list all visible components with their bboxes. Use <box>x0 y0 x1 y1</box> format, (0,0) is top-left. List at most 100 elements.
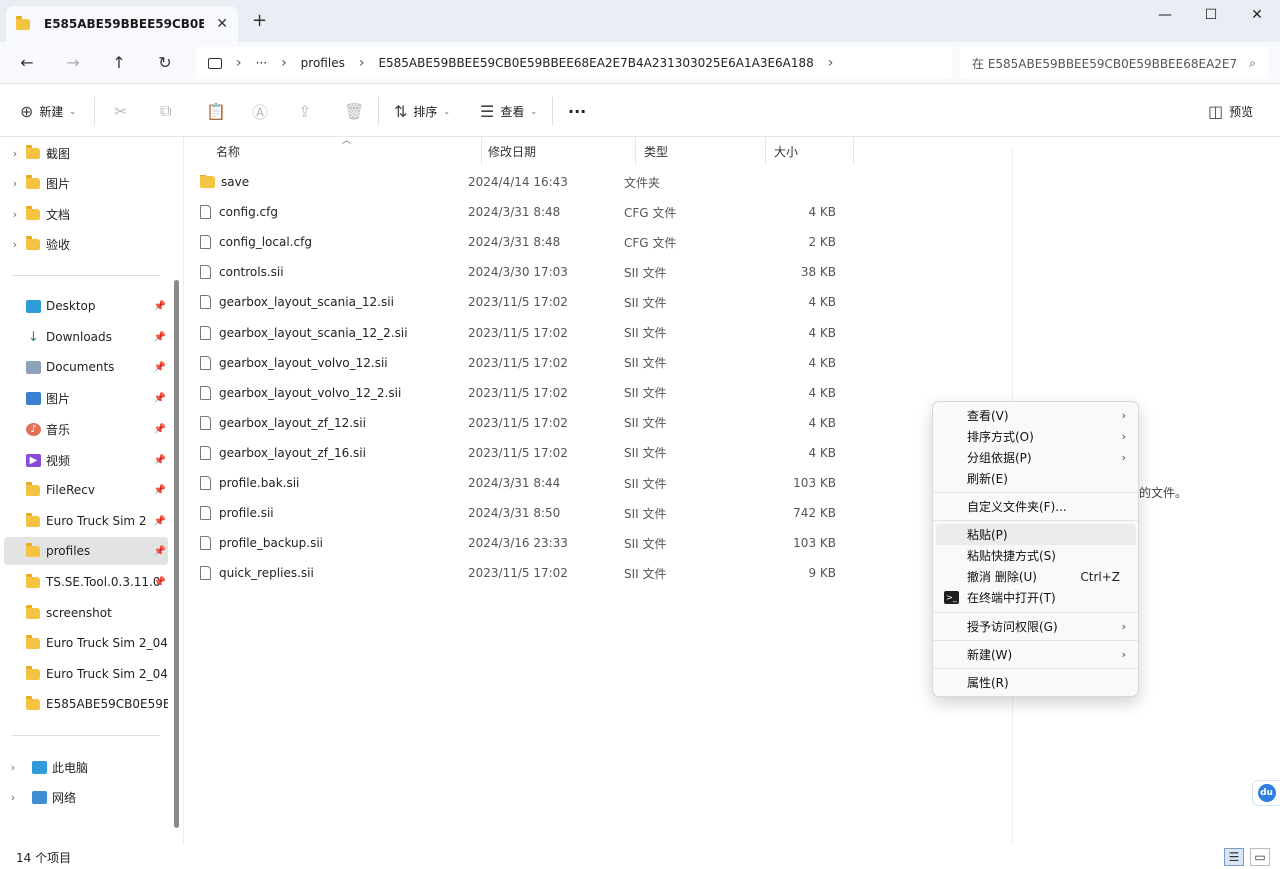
sidebar-item-ts-se-tool[interactable]: TS.SE.Tool.0.3.11.0 📌 <box>4 568 168 596</box>
sidebar-item-documents-folder[interactable]: › 文档 <box>4 200 168 228</box>
chevron-right-icon[interactable]: › <box>4 238 26 251</box>
breadcrumb-profiles[interactable]: profiles <box>301 56 345 70</box>
minimize-button[interactable]: — <box>1142 0 1188 30</box>
menu-item-sort-by[interactable]: 排序方式(O) › <box>936 426 1136 447</box>
refresh-button[interactable]: ↻ <box>150 50 180 76</box>
table-row[interactable]: profile.sii 2024/3/31 8:50 SII 文件 742 KB <box>200 498 860 528</box>
pin-icon[interactable]: 📌 <box>154 546 166 557</box>
table-row[interactable]: gearbox_layout_zf_12.sii 2023/11/5 17:02 S… <box>200 408 860 438</box>
new-button[interactable]: ⊕ 新建 ⌄ <box>20 99 76 123</box>
sidebar-item-profiles[interactable]: profiles 📌 <box>4 537 168 565</box>
menu-item-new[interactable]: 新建(W) › <box>936 644 1136 665</box>
breadcrumb-more[interactable]: ··· <box>256 56 267 70</box>
column-header-type[interactable]: 类型 <box>636 137 766 165</box>
file-icon <box>200 385 211 400</box>
maximize-button[interactable]: ☐ <box>1188 0 1234 30</box>
rename-icon[interactable]: Ⓐ <box>252 99 268 123</box>
cut-icon[interactable]: ✂ <box>114 99 127 123</box>
pin-icon[interactable]: 📌 <box>154 301 166 312</box>
view-button[interactable]: ☰ 查看 ⌄ <box>480 99 537 123</box>
back-button[interactable]: ← <box>12 50 42 76</box>
menu-item-customize-folder[interactable]: 自定义文件夹(F)... <box>936 496 1136 517</box>
chevron-right-icon[interactable]: › <box>4 208 26 221</box>
table-row[interactable]: gearbox_layout_zf_16.sii 2023/11/5 17:02 S… <box>200 438 860 468</box>
pin-icon[interactable]: 📌 <box>154 424 166 435</box>
pin-icon[interactable]: 📌 <box>154 485 166 496</box>
pin-icon[interactable]: 📌 <box>154 577 166 588</box>
tab-close-icon[interactable]: ✕ <box>216 16 228 32</box>
table-row[interactable]: profile_backup.sii 2024/3/16 23:33 SII 文件 1… <box>200 528 860 558</box>
table-row[interactable]: save 2024/4/14 16:43 文件夹 <box>200 167 860 197</box>
sidebar-item-network[interactable]: › 网络 <box>4 783 168 811</box>
chevron-right-icon[interactable]: › <box>4 761 22 774</box>
more-options-button[interactable]: ··· <box>568 99 586 123</box>
sidebar-item-ets2-backup-1[interactable]: Euro Truck Sim 2_04- <box>4 629 168 657</box>
delete-icon[interactable]: 🗑 <box>344 99 364 123</box>
menu-item-properties[interactable]: 属性(R) <box>936 672 1136 693</box>
sidebar-item-documents[interactable]: Documents 📌 <box>4 353 168 381</box>
menu-item-open-in-terminal[interactable]: >_ 在终端中打开(T) <box>936 587 1136 608</box>
sidebar-item-screenshots[interactable]: › 截图 <box>4 139 168 167</box>
sidebar-item-videos[interactable]: ▶ 视频 📌 <box>4 446 168 474</box>
pin-icon[interactable]: 📌 <box>154 455 166 466</box>
pin-icon[interactable]: 📌 <box>154 516 166 527</box>
sidebar-item-this-pc[interactable]: › 此电脑 <box>4 753 168 781</box>
preview-button[interactable]: ◫ 预览 <box>1208 99 1253 123</box>
share-icon[interactable]: ⇪ <box>298 99 311 123</box>
menu-item-group-by[interactable]: 分组依据(P) › <box>936 447 1136 468</box>
menu-item-undo-delete[interactable]: 撤消 删除(U) Ctrl+Z <box>936 566 1136 587</box>
sidebar-item-screenshot[interactable]: screenshot <box>4 599 168 627</box>
tiles-view-icon[interactable]: ▭ <box>1250 848 1270 866</box>
close-button[interactable]: ✕ <box>1234 0 1280 30</box>
pin-icon[interactable]: 📌 <box>154 332 166 343</box>
sidebar-scrollbar[interactable] <box>174 280 179 828</box>
up-button[interactable]: ↑ <box>104 50 134 76</box>
details-view-icon[interactable]: ☰ <box>1224 848 1244 866</box>
sidebar-item-pictures-pinned[interactable]: 图片 📌 <box>4 384 168 412</box>
search-input[interactable]: 在 E585ABE59BBEE59CB0E59BBEE68EA2E7 ⌕ <box>960 47 1268 79</box>
column-header-size[interactable]: 大小 <box>766 137 854 165</box>
forward-button[interactable]: → <box>58 50 88 76</box>
tab-title: E585ABE59BBEE59CB0E59BBE <box>44 17 204 31</box>
file-icon <box>200 295 211 310</box>
table-row[interactable]: gearbox_layout_volvo_12_2.sii 2023/11/5 1… <box>200 378 860 408</box>
menu-item-give-access[interactable]: 授予访问权限(G) › <box>936 616 1136 637</box>
table-row[interactable]: config.cfg 2024/3/31 8:48 CFG 文件 4 KB <box>200 197 860 227</box>
table-row[interactable]: quick_replies.sii 2023/11/5 17:02 SII 文件 9 … <box>200 558 860 588</box>
menu-item-refresh[interactable]: 刷新(E) <box>936 468 1136 489</box>
chevron-right-icon[interactable]: › <box>4 147 26 160</box>
floating-assistant-badge[interactable]: du <box>1252 780 1280 806</box>
tab-current[interactable]: E585ABE59BBEE59CB0E59BBE ✕ <box>6 6 238 42</box>
breadcrumb-current[interactable]: E585ABE59BBEE59CB0E59BBEE68EA2E7B4A23130… <box>378 56 813 70</box>
chevron-right-icon[interactable]: › <box>4 791 22 804</box>
pin-icon[interactable]: 📌 <box>154 393 166 404</box>
address-bar[interactable]: › ··· › profiles › E585ABE59BBEE59CB0E59… <box>196 47 952 79</box>
sidebar-item-filerecv[interactable]: FileRecv 📌 <box>4 476 168 504</box>
sidebar-item-acceptance[interactable]: › 验收 <box>4 230 168 258</box>
table-row[interactable]: controls.sii 2024/3/30 17:03 SII 文件 38 KB <box>200 257 860 287</box>
table-row[interactable]: gearbox_layout_volvo_12.sii 2023/11/5 17:… <box>200 348 860 378</box>
pin-icon[interactable]: 📌 <box>154 362 166 373</box>
table-row[interactable]: config_local.cfg 2024/3/31 8:48 CFG 文件 2 KB <box>200 227 860 257</box>
menu-item-view[interactable]: 查看(V) › <box>936 405 1136 426</box>
column-header-date[interactable]: 修改日期 <box>480 137 636 165</box>
sidebar-item-e585[interactable]: E585ABE59CB0E59BE <box>4 690 168 718</box>
sort-button[interactable]: ⇅ 排序 ⌄ <box>394 99 450 123</box>
sidebar-item-desktop[interactable]: Desktop 📌 <box>4 292 168 320</box>
copy-icon[interactable]: ⧉ <box>160 99 171 123</box>
column-header-name[interactable]: 名称 <box>208 137 482 165</box>
chevron-right-icon[interactable]: › <box>828 55 834 71</box>
table-row[interactable]: gearbox_layout_scania_12_2.sii 2023/11/5 … <box>200 318 860 348</box>
menu-item-paste[interactable]: 粘贴(P) <box>936 524 1136 545</box>
sidebar-item-downloads[interactable]: ↓ Downloads 📌 <box>4 323 168 351</box>
chevron-right-icon[interactable]: › <box>4 177 26 190</box>
table-row[interactable]: profile.bak.sii 2024/3/31 8:44 SII 文件 103 K… <box>200 468 860 498</box>
sidebar-item-pictures[interactable]: › 图片 <box>4 169 168 197</box>
sidebar-item-ets2-backup-2[interactable]: Euro Truck Sim 2_04- <box>4 660 168 688</box>
table-row[interactable]: gearbox_layout_scania_12.sii 2023/11/5 17… <box>200 287 860 317</box>
sidebar-item-euro-truck-sim-2[interactable]: Euro Truck Sim 2 📌 <box>4 507 168 535</box>
paste-icon[interactable]: 📋 <box>206 99 226 123</box>
new-tab-button[interactable]: + <box>252 10 267 31</box>
sidebar-item-music[interactable]: ♪ 音乐 📌 <box>4 415 168 443</box>
menu-item-paste-shortcut[interactable]: 粘贴快捷方式(S) <box>936 545 1136 566</box>
